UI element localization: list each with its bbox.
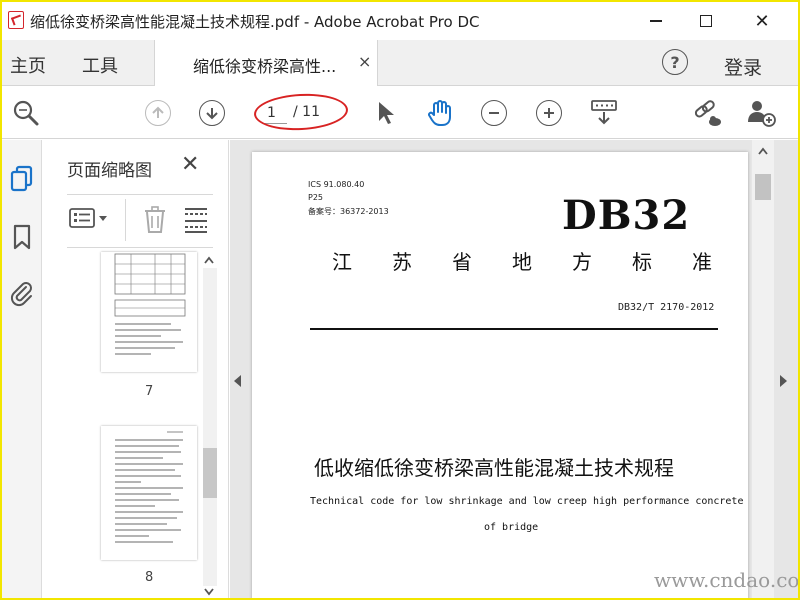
- list-options-icon: [69, 208, 95, 228]
- select-tool-button[interactable]: [374, 97, 398, 129]
- heading-char: 标: [632, 250, 652, 274]
- title-bar: 缩低徐变桥梁高性能混凝土技术规程.pdf - Adobe Acrobat Pro…: [2, 2, 798, 40]
- extract-page-button[interactable]: [183, 206, 209, 238]
- document-viewer: ICS 91.080.40 P25 备案号：36372-2013 DB32 江 …: [230, 140, 798, 598]
- thumbnail-options-button[interactable]: [69, 207, 108, 229]
- minimize-button[interactable]: [642, 8, 670, 34]
- find-button[interactable]: [10, 97, 42, 129]
- add-user-icon: [748, 101, 776, 127]
- document-title-cn: 低收缩低徐变桥梁高性能混凝土技术规程: [314, 456, 674, 480]
- page-number-input[interactable]: [263, 102, 287, 124]
- navigation-rail: [2, 140, 42, 598]
- thumbnail-page-7[interactable]: [101, 252, 197, 372]
- thumbnail-panel-close-button[interactable]: ✕: [181, 152, 199, 177]
- link-cloud-icon: [694, 100, 721, 126]
- page-total: / 11: [293, 104, 320, 120]
- thumbnail-toolbar: [67, 194, 213, 248]
- document-scrollbar[interactable]: [752, 140, 774, 598]
- thumbnail-panel: 页面缩略图 ✕ 7 8: [43, 140, 229, 598]
- previous-page-button[interactable]: [144, 97, 172, 129]
- heading-char: 省: [452, 250, 472, 274]
- share-user-button[interactable]: [744, 97, 778, 129]
- watermark: www.cndao.com: [654, 568, 800, 592]
- delete-page-button[interactable]: [143, 206, 167, 238]
- plus-icon: [536, 100, 562, 126]
- hand-icon: [428, 100, 451, 126]
- maximize-button[interactable]: [692, 8, 720, 34]
- thumbnail-page-8[interactable]: [101, 426, 197, 560]
- zoom-in-button[interactable]: [535, 97, 563, 129]
- page-navigator: / 11: [257, 98, 345, 128]
- document-tab-close-button[interactable]: ×: [358, 52, 371, 71]
- tab-tools[interactable]: 工具: [82, 52, 118, 78]
- page-insert-icon: [185, 208, 207, 233]
- tab-document[interactable]: 缩低徐变桥梁高性... ×: [154, 40, 378, 86]
- window-title: 缩低徐变桥梁高性能混凝土技术规程.pdf - Adobe Acrobat Pro…: [30, 13, 480, 31]
- share-link-button[interactable]: [690, 97, 724, 129]
- page-thumbnails-nav-button[interactable]: [8, 164, 36, 194]
- heading-char: 江: [332, 250, 352, 274]
- document-title-en-line1: Technical code for low shrinkage and low…: [310, 496, 744, 507]
- zoom-out-button[interactable]: [480, 97, 508, 129]
- arrow-up-icon: [145, 100, 171, 126]
- tab-home[interactable]: 主页: [10, 52, 46, 78]
- cursor-arrow-icon: [379, 102, 394, 124]
- scroll-thumb[interactable]: [755, 174, 771, 200]
- trash-icon: [145, 206, 165, 233]
- maximize-icon: [700, 15, 712, 27]
- thumbnail-page-8-preview: [115, 431, 183, 543]
- minus-icon: [481, 100, 507, 126]
- thumbnail-label: 8: [145, 570, 154, 585]
- ics-code: ICS 91.080.40: [308, 180, 365, 189]
- chevron-down-icon: [99, 216, 107, 221]
- document-page: ICS 91.080.40 P25 备案号：36372-2013 DB32 江 …: [252, 152, 748, 598]
- arrow-down-icon: [199, 100, 225, 126]
- bookmarks-nav-button[interactable]: [8, 222, 36, 252]
- main-toolbar: / 11: [2, 87, 798, 139]
- heading-char: 地: [512, 250, 532, 274]
- collapse-left-panel-icon[interactable]: [234, 375, 241, 387]
- page-display-button[interactable]: [588, 97, 620, 129]
- app-window: 缩低徐变桥梁高性能混凝土技术规程.pdf - Adobe Acrobat Pro…: [0, 0, 800, 600]
- paperclip-icon: [10, 282, 32, 307]
- minimize-icon: [650, 20, 662, 22]
- record-number: 备案号：36372-2013: [308, 207, 389, 216]
- thumbnail-scrollbar[interactable]: [199, 248, 221, 598]
- header-rule: [310, 328, 718, 330]
- document-title-en-line2: of bridge: [484, 522, 539, 533]
- acrobat-icon: [8, 11, 24, 29]
- province-standard-heading: 江 苏 省 地 方 标 准: [332, 246, 712, 275]
- sign-in-link[interactable]: 登录: [724, 53, 762, 80]
- scroll-track[interactable]: [203, 268, 217, 586]
- keyboard-download-icon: [591, 100, 617, 125]
- heading-char: 准: [692, 250, 712, 274]
- toolbar-divider: [125, 199, 126, 241]
- thumbnail-panel-title: 页面缩略图: [67, 161, 152, 181]
- thumbnail-page-7-preview: [114, 253, 186, 355]
- thumbnail-label: 7: [145, 384, 154, 399]
- search-zoom-icon: [13, 100, 39, 126]
- expand-right-panel-icon[interactable]: [780, 375, 787, 387]
- help-icon[interactable]: ?: [662, 49, 688, 75]
- copy-pages-icon: [10, 165, 33, 192]
- next-page-button[interactable]: [198, 97, 226, 129]
- tab-bar: 主页 工具 缩低徐变桥梁高性... × ? 登录: [2, 40, 798, 86]
- heading-char: 苏: [392, 250, 412, 274]
- standard-code-large: DB32: [562, 192, 691, 239]
- standard-number: DB32/T 2170-2012: [618, 302, 715, 313]
- chevron-down-icon[interactable]: [203, 586, 215, 598]
- hand-tool-button[interactable]: [424, 97, 456, 129]
- chevron-up-icon[interactable]: [757, 146, 769, 159]
- heading-char: 方: [572, 250, 592, 274]
- document-tab-label: 缩低徐变桥梁高性...: [193, 57, 337, 76]
- close-window-button[interactable]: ✕: [748, 8, 776, 34]
- bookmark-icon: [13, 224, 31, 250]
- chevron-up-icon[interactable]: [203, 254, 215, 268]
- attachments-nav-button[interactable]: [8, 278, 36, 308]
- scroll-thumb[interactable]: [203, 448, 217, 498]
- category-code: P25: [308, 193, 324, 202]
